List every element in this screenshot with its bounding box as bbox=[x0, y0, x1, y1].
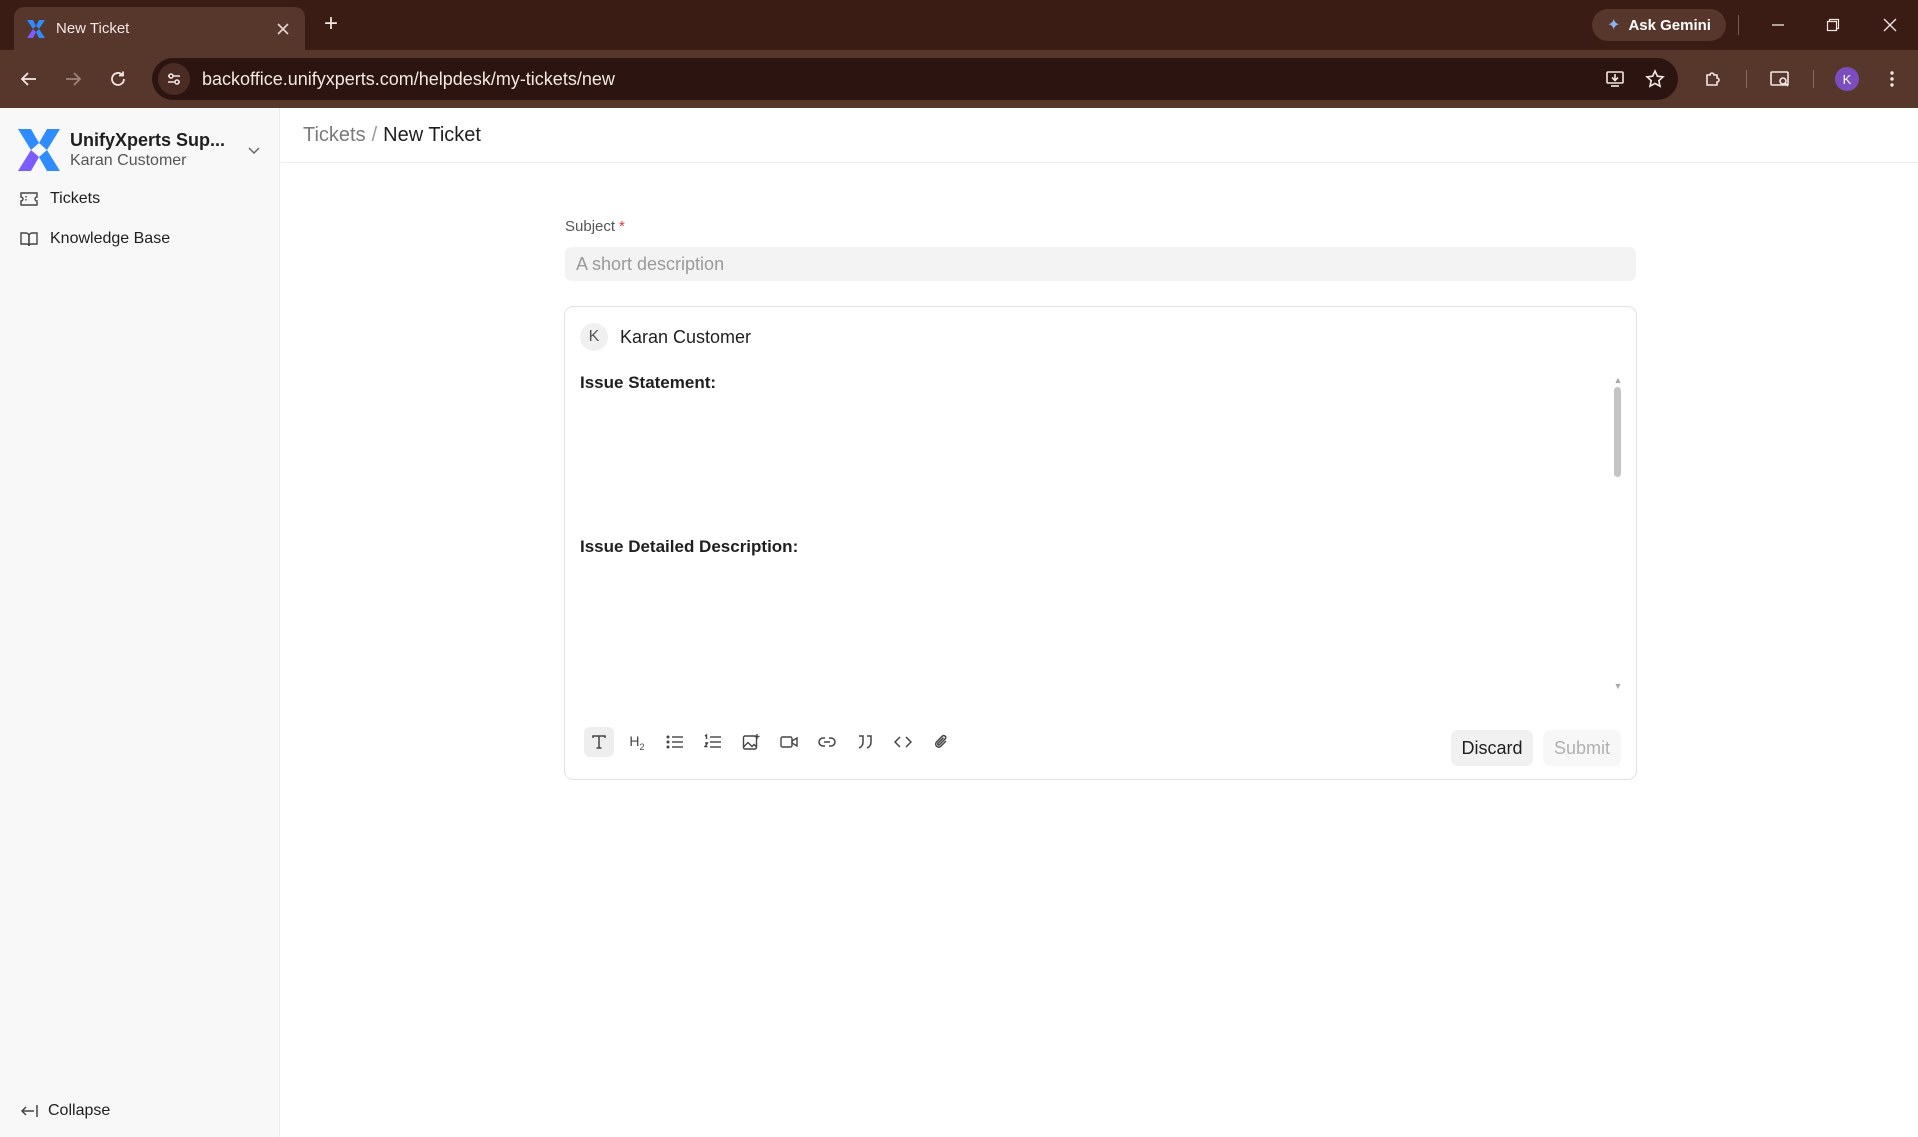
sidebar-item-knowledge-base[interactable]: Knowledge Base bbox=[12, 222, 268, 256]
chevron-down-icon bbox=[244, 140, 264, 160]
required-indicator: * bbox=[619, 218, 625, 235]
install-app-icon bbox=[1606, 71, 1624, 87]
ask-gemini-button[interactable]: ✦ Ask Gemini bbox=[1592, 9, 1726, 41]
avatar: K bbox=[580, 323, 608, 351]
text-icon bbox=[592, 735, 606, 749]
issue-statement-heading: Issue Statement: bbox=[580, 373, 717, 392]
sidebar-item-tickets[interactable]: Tickets bbox=[12, 182, 268, 216]
heading-2-icon: H2 bbox=[629, 732, 645, 752]
toolbar-divider bbox=[1746, 70, 1747, 88]
workspace-name: UnifyXperts Sup... bbox=[70, 130, 226, 150]
star-icon bbox=[1645, 69, 1665, 88]
browser-tab-title: New Ticket bbox=[56, 20, 130, 37]
unifyxperts-logo-icon bbox=[18, 129, 60, 171]
ticket-icon bbox=[20, 192, 38, 206]
video-icon bbox=[780, 736, 798, 748]
sidebar-item-label: Knowledge Base bbox=[50, 230, 171, 247]
address-bar[interactable]: backoffice.unifyxperts.com/helpdesk/my-t… bbox=[152, 58, 1678, 100]
tab-search-icon bbox=[1770, 71, 1789, 87]
restore-icon bbox=[1826, 18, 1840, 32]
bullet-list-icon bbox=[666, 735, 683, 749]
window-controls-divider bbox=[1738, 15, 1739, 35]
insert-link-button[interactable] bbox=[812, 727, 842, 757]
text-style-button[interactable] bbox=[584, 727, 614, 757]
collapse-sidebar-button[interactable]: Collapse bbox=[12, 1094, 268, 1128]
image-icon bbox=[742, 734, 760, 750]
close-window-icon bbox=[1883, 18, 1897, 32]
code-icon bbox=[894, 736, 912, 748]
attach-file-button[interactable] bbox=[926, 727, 956, 757]
heading-2-button[interactable]: H2 bbox=[622, 727, 652, 757]
media-controls-button[interactable] bbox=[1765, 64, 1795, 94]
collapse-icon bbox=[20, 1105, 38, 1117]
scroll-down-arrow-icon[interactable]: ▼ bbox=[1612, 681, 1624, 691]
attachment-icon bbox=[934, 734, 947, 748]
subject-label-text: Subject bbox=[565, 218, 616, 235]
forward-button[interactable] bbox=[58, 64, 88, 94]
ask-gemini-label: Ask Gemini bbox=[1628, 16, 1711, 34]
arrow-left-icon bbox=[20, 72, 36, 86]
breadcrumb-separator: / bbox=[371, 123, 378, 146]
scroll-up-arrow-icon[interactable]: ▲ bbox=[1612, 375, 1624, 385]
gemini-sparkle-icon: ✦ bbox=[1607, 17, 1621, 34]
bookmark-button[interactable] bbox=[1638, 62, 1672, 96]
workspace-switcher[interactable]: UnifyXperts Sup... Karan Customer bbox=[18, 126, 264, 174]
close-window-button[interactable] bbox=[1870, 10, 1910, 40]
book-icon bbox=[20, 232, 38, 247]
discard-button[interactable]: Discard bbox=[1451, 730, 1533, 766]
author-name: Karan Customer bbox=[620, 326, 752, 347]
collapse-label: Collapse bbox=[48, 1102, 111, 1119]
restore-window-button[interactable] bbox=[1813, 10, 1853, 40]
blockquote-button[interactable] bbox=[850, 727, 880, 757]
minimize-window-button[interactable] bbox=[1758, 10, 1798, 40]
quote-icon bbox=[858, 735, 872, 749]
page-title: New Ticket bbox=[383, 123, 481, 146]
author-info: K Karan Customer bbox=[580, 323, 751, 351]
unifyxperts-favicon-icon bbox=[27, 19, 45, 38]
tune-icon bbox=[168, 73, 180, 85]
site-info-button[interactable] bbox=[158, 63, 190, 95]
workspace-user: Karan Customer bbox=[70, 152, 187, 169]
submit-button[interactable]: Submit bbox=[1543, 730, 1621, 766]
browser-toolbar: backoffice.unifyxperts.com/helpdesk/my-t… bbox=[0, 50, 1918, 108]
workspace-info: UnifyXperts Sup... Karan Customer bbox=[70, 129, 244, 171]
ticket-editor: K Karan Customer Issue Statement: Issue … bbox=[564, 306, 1637, 780]
puzzle-icon bbox=[1706, 72, 1720, 86]
arrow-right-icon bbox=[66, 72, 82, 86]
browser-tab-strip: New Ticket + ✦ Ask Gemini bbox=[0, 0, 1918, 50]
browser-tab-new-ticket[interactable]: New Ticket bbox=[14, 7, 305, 50]
new-tab-button[interactable]: + bbox=[318, 12, 344, 38]
code-block-button[interactable] bbox=[888, 727, 918, 757]
page-header: Tickets / New Ticket bbox=[281, 108, 1918, 163]
editor-content[interactable]: Issue Statement: Issue Detailed Descript… bbox=[580, 373, 1600, 695]
insert-image-button[interactable] bbox=[736, 727, 766, 757]
issue-description-heading: Issue Detailed Description: bbox=[580, 537, 799, 556]
insert-video-button[interactable] bbox=[774, 727, 804, 757]
editor-toolbar: H2 bbox=[584, 727, 956, 757]
install-app-button[interactable] bbox=[1598, 62, 1632, 96]
minimize-icon bbox=[1772, 24, 1784, 26]
sidebar: UnifyXperts Sup... Karan Customer Ticket… bbox=[0, 108, 280, 1137]
sidebar-item-label: Tickets bbox=[50, 190, 101, 207]
extensions-button[interactable] bbox=[1698, 64, 1728, 94]
more-vertical-icon bbox=[1890, 71, 1894, 87]
profile-avatar[interactable]: K bbox=[1835, 67, 1859, 91]
subject-label: Subject * bbox=[565, 218, 625, 235]
browser-menu-button[interactable] bbox=[1877, 64, 1907, 94]
toolbar-divider bbox=[1813, 70, 1814, 88]
numbered-list-icon bbox=[704, 734, 721, 748]
close-tab-icon[interactable] bbox=[273, 19, 293, 39]
url-text[interactable]: backoffice.unifyxperts.com/helpdesk/my-t… bbox=[202, 69, 1598, 90]
back-button[interactable] bbox=[14, 64, 44, 94]
breadcrumb-tickets-link[interactable]: Tickets bbox=[303, 124, 366, 147]
numbered-list-button[interactable] bbox=[698, 727, 728, 757]
reload-button[interactable] bbox=[103, 64, 133, 94]
link-icon bbox=[818, 737, 836, 747]
reload-icon bbox=[111, 71, 125, 86]
bullet-list-button[interactable] bbox=[660, 727, 690, 757]
editor-scrollbar-thumb[interactable] bbox=[1614, 387, 1621, 477]
subject-input[interactable] bbox=[565, 247, 1636, 281]
